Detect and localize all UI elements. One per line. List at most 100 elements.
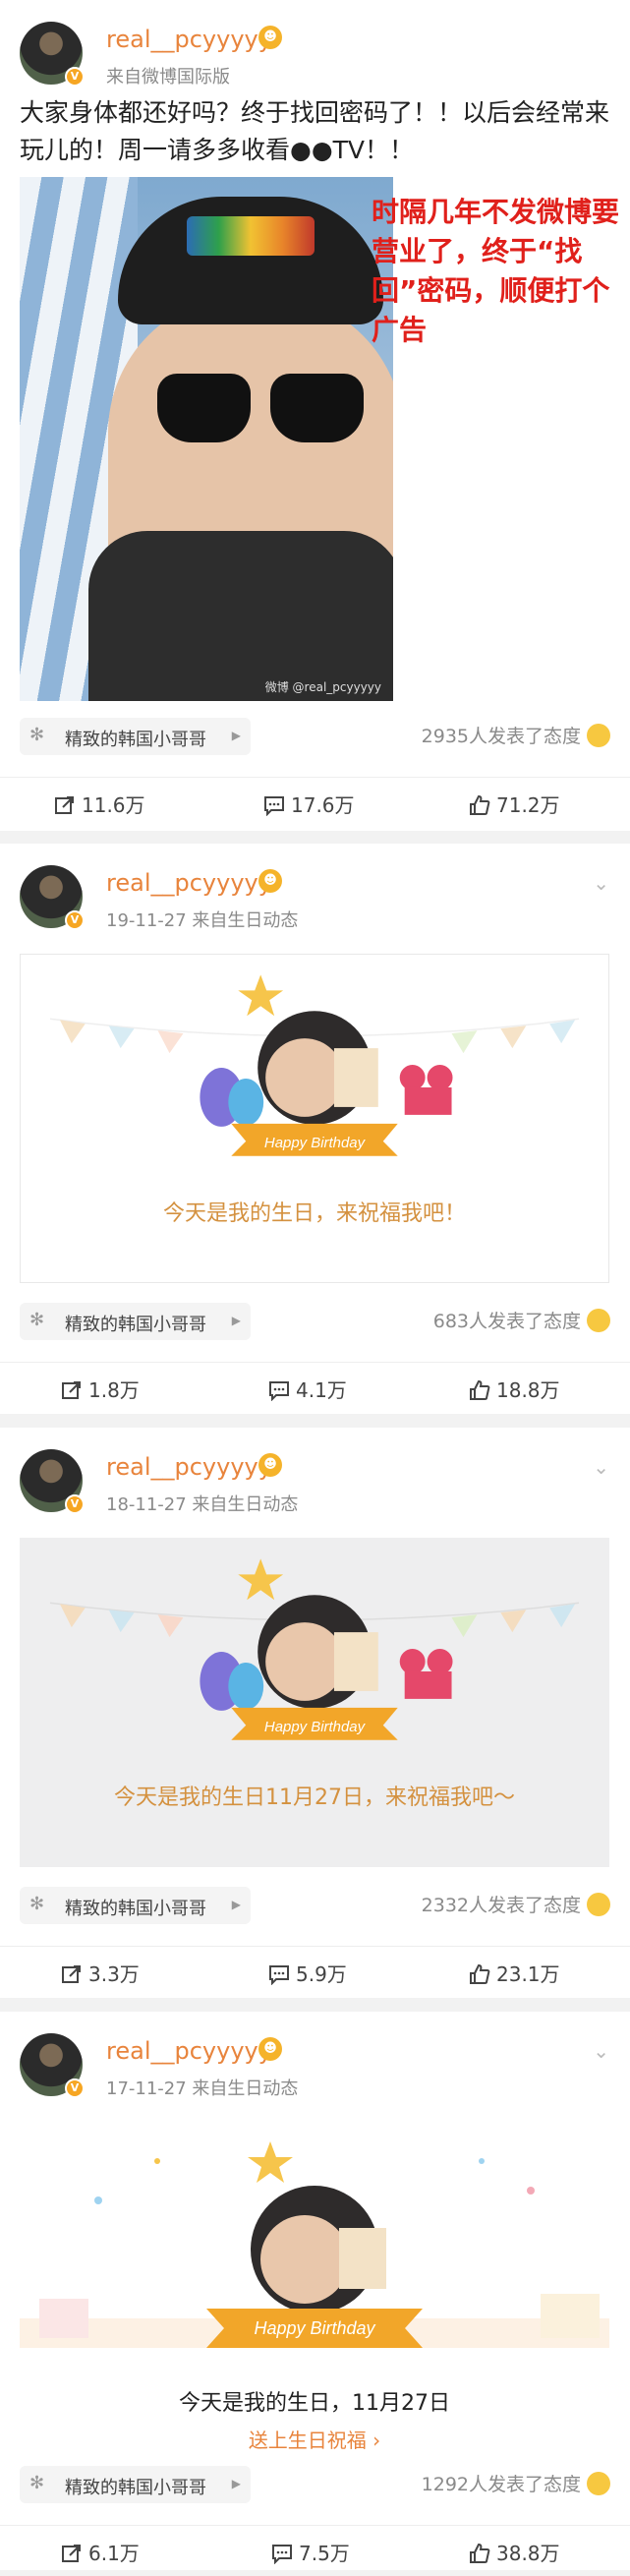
repost-button[interactable]: 11.6万: [54, 790, 145, 818]
like-button[interactable]: 18.8万: [469, 1375, 560, 1403]
supertopic-icon: ✻: [29, 1310, 45, 1330]
supertopic-icon: ✻: [29, 2473, 45, 2493]
birthday-message: 今天是我的生日，来祝福我吧！: [162, 1201, 466, 1226]
post-text: 大家身体都还好吗？终于找回密码了！！以后会经常来玩儿的！周一请多多收看●●TV！…: [20, 98, 610, 164]
birthday-message: 今天是我的生日，11月27日: [179, 2391, 450, 2416]
birthday-illustration: Happy Birthday: [49, 974, 580, 1156]
comment-count: 5.9万: [296, 1962, 347, 1986]
weibo-post: V real__pcyyyyy ☻ 19-11-27 来自生日动态 ⌄ Happ…: [0, 844, 630, 1414]
comment-button[interactable]: 7.5万: [271, 2538, 350, 2566]
comment-button[interactable]: 5.9万: [268, 1959, 347, 1987]
attitude-text: 1292人发表了态度: [421, 2474, 581, 2495]
username[interactable]: real__pcyyyyy: [106, 2037, 272, 2065]
post-meta: 来自微博国际版: [106, 67, 230, 88]
action-bar: 3.3万 5.9万 23.1万: [0, 1946, 630, 1997]
like-count: 38.8万: [496, 2542, 560, 2565]
post-photo[interactable]: 微博 @real_pcyyyyy: [20, 177, 393, 701]
comment-icon: [272, 2544, 292, 2564]
repost-icon: [62, 1380, 81, 1399]
verified-badge-icon: V: [65, 67, 85, 87]
comment-icon: [269, 1964, 289, 1985]
supertopic-tag[interactable]: ✻ 精致的韩国小哥哥 ▶: [20, 1303, 251, 1340]
birthday-card[interactable]: Happy Birthday 今天是我的生日11月27日，来祝福我吧～: [20, 1538, 609, 1867]
username[interactable]: real__pcyyyyy: [106, 1453, 272, 1481]
supertopic-label: 精致的韩国小哥哥: [65, 2478, 206, 2498]
supertopic-label: 精致的韩国小哥哥: [65, 1899, 206, 1919]
comment-icon: [269, 1380, 289, 1401]
supertopic-tag[interactable]: ✻ 精致的韩国小哥哥 ▶: [20, 2466, 251, 2503]
vip-face-icon: ☻: [258, 2037, 282, 2061]
attitude-count[interactable]: 683人发表了态度: [433, 1303, 610, 1340]
repost-count: 3.3万: [88, 1962, 140, 1986]
chevron-right-icon: ▶: [231, 1898, 241, 1911]
like-count: 18.8万: [496, 1378, 560, 1402]
weibo-post: V real__pcyyyyy ☻ 17-11-27 来自生日动态 ⌄ Happ…: [0, 2012, 630, 2570]
like-icon: [470, 1379, 490, 1400]
overlay-caption: 时隔几年不发微博要营业了，终于“找回”密码，顺便打个广告: [372, 196, 620, 346]
photo-cap-stripe: [187, 216, 315, 256]
chevron-right-icon: ▶: [231, 729, 241, 742]
post-meta: 18-11-27 来自生日动态: [106, 1494, 299, 1515]
repost-button[interactable]: 1.8万: [61, 1375, 140, 1403]
smile-emoji-icon: [587, 723, 610, 747]
smile-emoji-icon: [587, 1308, 610, 1332]
weibo-post: V real__pcyyyyy ☻ 18-11-27 来自生日动态 ⌄ Happ…: [0, 1428, 630, 1998]
supertopic-label: 精致的韩国小哥哥: [65, 1315, 206, 1335]
like-icon: [470, 794, 490, 815]
supertopic-tag[interactable]: ✻ 精致的韩国小哥哥 ▶: [20, 1887, 251, 1924]
like-button[interactable]: 23.1万: [469, 1959, 560, 1987]
post-header: V real__pcyyyyy ☻ 17-11-27 来自生日动态 ⌄: [20, 2031, 609, 2100]
repost-icon: [62, 2544, 81, 2562]
birthday-banner-text: Happy Birthday: [264, 1135, 367, 1151]
repost-icon: [62, 1964, 81, 1983]
birthday-card[interactable]: Happy Birthday 今天是我的生日，来祝福我吧！: [20, 954, 609, 1283]
post-header: V real__pcyyyyy ☻ 18-11-27 来自生日动态 ⌄: [20, 1447, 609, 1516]
comment-button[interactable]: 4.1万: [268, 1375, 347, 1403]
chevron-down-icon[interactable]: ⌄: [593, 871, 609, 895]
post-header: V real__pcyyyyy ☻ 来自微博国际版: [20, 20, 609, 88]
chevron-down-icon[interactable]: ⌄: [593, 1455, 609, 1479]
attitude-count[interactable]: 2935人发表了态度: [422, 718, 610, 755]
action-bar: 11.6万 17.6万 71.2万: [0, 777, 630, 828]
supertopic-tag[interactable]: ✻ 精致的韩国小哥哥 ▶: [20, 718, 251, 755]
birthday-illustration: Happy Birthday: [49, 1558, 580, 1740]
action-bar: 1.8万 4.1万 18.8万: [0, 1362, 630, 1413]
verified-badge-icon: V: [65, 910, 85, 930]
username[interactable]: real__pcyyyyy: [106, 26, 272, 53]
supertopic-icon: ✻: [29, 725, 45, 745]
comment-button[interactable]: 17.6万: [263, 790, 355, 818]
username[interactable]: real__pcyyyyy: [106, 869, 272, 897]
repost-button[interactable]: 6.1万: [61, 2538, 140, 2566]
comment-count: 4.1万: [296, 1378, 347, 1402]
photo-shirt: [88, 531, 393, 701]
attitude-count[interactable]: 1292人发表了态度: [422, 2466, 610, 2503]
repost-button[interactable]: 3.3万: [61, 1959, 140, 1987]
smile-emoji-icon: [587, 1892, 610, 1916]
supertopic-label: 精致的韩国小哥哥: [65, 730, 206, 750]
attitude-text: 2935人发表了态度: [421, 726, 581, 747]
chevron-down-icon[interactable]: ⌄: [593, 2039, 609, 2063]
vip-face-icon: ☻: [258, 26, 282, 49]
photo-sunglasses: [157, 374, 364, 442]
supertopic-icon: ✻: [29, 1894, 45, 1914]
vip-face-icon: ☻: [258, 1453, 282, 1477]
like-button[interactable]: 38.8万: [469, 2538, 560, 2566]
vip-face-icon: ☻: [258, 869, 282, 893]
send-wishes-link[interactable]: 送上生日祝福 ›: [20, 2425, 609, 2453]
repost-count: 11.6万: [82, 793, 145, 817]
comment-count: 7.5万: [299, 2542, 350, 2565]
verified-badge-icon: V: [65, 1494, 85, 1514]
weibo-post: V real__pcyyyyy ☻ 来自微博国际版 大家身体都还好吗？终于找回密…: [0, 0, 630, 831]
post-meta: 19-11-27 来自生日动态: [106, 910, 299, 931]
verified-badge-icon: V: [65, 2078, 85, 2098]
post-meta: 17-11-27 来自生日动态: [106, 2078, 299, 2099]
like-count: 71.2万: [496, 793, 560, 817]
comment-icon: [264, 795, 284, 816]
attitude-text: 2332人发表了态度: [421, 1895, 581, 1916]
like-count: 23.1万: [496, 1962, 560, 1986]
chevron-right-icon: ▶: [231, 2477, 241, 2490]
comment-count: 17.6万: [291, 793, 355, 817]
birthday-card[interactable]: Happy Birthday 今天是我的生日，11月27日 送上生日祝福 ›: [20, 2122, 609, 2486]
attitude-count[interactable]: 2332人发表了态度: [422, 1887, 610, 1924]
like-button[interactable]: 71.2万: [469, 790, 560, 818]
